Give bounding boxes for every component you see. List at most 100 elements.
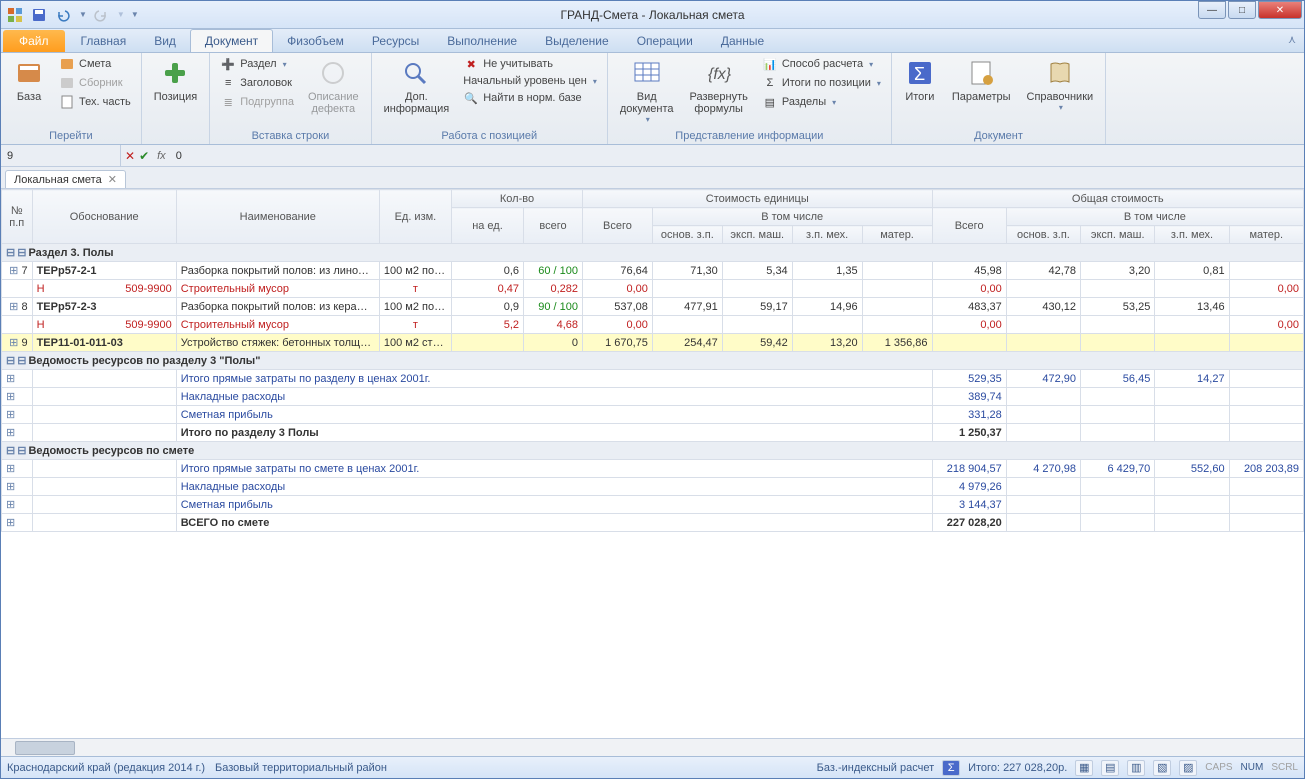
table-row[interactable]: Н509-9900Строительный мусорт5,24,680,000… (2, 316, 1304, 334)
section-row[interactable]: Ведомость ресурсов по разделу 3 "Полы" (2, 352, 1304, 370)
tab-physvol[interactable]: Физобъем (273, 30, 358, 52)
baza-button[interactable]: База (7, 55, 51, 105)
tab-view[interactable]: Вид (140, 30, 190, 52)
accept-formula-icon[interactable]: ✔ (139, 149, 149, 163)
tab-operations[interactable]: Операции (623, 30, 707, 52)
defect-desc-button: Описание дефекта (302, 55, 365, 117)
group-goto: База Смета Сборник Тех. часть Перейти (1, 53, 142, 144)
qat-customize-dd[interactable]: ▼ (131, 10, 139, 19)
section-row[interactable]: Ведомость ресурсов по смете (2, 442, 1304, 460)
fx-label: fx (153, 150, 170, 162)
file-tab[interactable]: Файл (3, 30, 65, 52)
table-row[interactable]: Сметная прибыль331,28 (2, 406, 1304, 424)
document-tabs: Локальная смета ✕ (1, 167, 1304, 189)
qat-grid-icon[interactable] (5, 5, 25, 25)
document-tab[interactable]: Локальная смета ✕ (5, 170, 126, 188)
tab-main[interactable]: Главная (67, 30, 141, 52)
qat-undo-icon[interactable] (53, 5, 73, 25)
qat-redo-icon[interactable] (91, 5, 111, 25)
sigma-small-icon: Σ (762, 75, 778, 91)
qat-redo-dd[interactable]: ▼ (117, 10, 125, 19)
fx-icon: {fx} (703, 57, 735, 89)
position-button[interactable]: Позиция (148, 55, 204, 105)
table-row[interactable]: 9ТЕР11-01-011-03Устройство стяжек: бетон… (2, 334, 1304, 352)
sections-button[interactable]: ▤Разделы▾ (758, 93, 885, 111)
podgruppa-button: ≣Подгруппа (216, 93, 298, 111)
tab-resources[interactable]: Ресурсы (358, 30, 433, 52)
tab-data[interactable]: Данные (707, 30, 778, 52)
sb-btn5[interactable]: ▨ (1179, 760, 1197, 776)
tech-button[interactable]: Тех. часть (55, 93, 135, 111)
sb-calc-method[interactable]: Баз.-индексный расчет (817, 762, 934, 774)
scrollbar-thumb[interactable] (15, 741, 75, 755)
sb-region: Краснодарский край (редакция 2014 г.) (7, 762, 205, 774)
sb-zone: Базовый территориальный район (215, 762, 387, 774)
table-row[interactable]: 7ТЕРр57-2-1Разборка покрытий полов: из л… (2, 262, 1304, 280)
table-row[interactable]: Накладные расходы4 979,26 (2, 478, 1304, 496)
pos-totals-button[interactable]: ΣИтоги по позиции▾ (758, 74, 885, 92)
ribbon-minimize-icon[interactable]: ⋏ (1288, 33, 1296, 46)
group-work-position: Доп. информация ✖Не учитывать Начальный … (372, 53, 608, 144)
group-document: Σ Итоги Параметры Справочники▾ Документ (892, 53, 1106, 144)
sections-icon: ▤ (762, 94, 778, 110)
table-row[interactable]: Накладные расходы389,74 (2, 388, 1304, 406)
search-icon: 🔍 (463, 90, 479, 106)
sb-btn3[interactable]: ▥ (1127, 760, 1145, 776)
sb-sigma-icon[interactable]: Σ (942, 760, 960, 776)
calc-icon: 📊 (762, 56, 778, 72)
sb-btn2[interactable]: ▤ (1101, 760, 1119, 776)
sigma-icon: Σ (904, 57, 936, 89)
window-title: ГРАНД-Смета - Локальная смета (560, 8, 744, 22)
maximize-button[interactable]: □ (1228, 1, 1256, 19)
defect-icon (317, 57, 349, 89)
cross-icon: ✖ (463, 56, 479, 72)
expand-formulas-button[interactable]: {fx} Развернуть формулы (684, 55, 754, 117)
dop-info-button[interactable]: Доп. информация (378, 55, 456, 117)
section-row[interactable]: Раздел 3. Полы (2, 244, 1304, 262)
sb-btn4[interactable]: ▧ (1153, 760, 1171, 776)
formula-input[interactable]: 0 (170, 150, 1304, 162)
group-position: Позиция (142, 53, 211, 144)
horizontal-scrollbar[interactable] (1, 738, 1304, 756)
find-norm-button[interactable]: 🔍Найти в норм. базе (459, 89, 601, 107)
scrl-indicator: SCRL (1271, 762, 1298, 773)
book-icon (1044, 57, 1076, 89)
table-row[interactable]: ВСЕГО по смете227 028,20 (2, 514, 1304, 532)
close-button[interactable]: ✕ (1258, 1, 1302, 19)
totals-button[interactable]: Σ Итоги (898, 55, 942, 105)
table-row[interactable]: Итого прямые затраты по смете в ценах 20… (2, 460, 1304, 478)
tab-selection[interactable]: Выделение (531, 30, 623, 52)
estimate-table: № п.п Обоснование Наименование Ед. изм. … (1, 189, 1304, 532)
not-count-button[interactable]: ✖Не учитывать (459, 55, 601, 73)
table-icon (631, 57, 663, 89)
wrench-icon (965, 57, 997, 89)
references-button[interactable]: Справочники▾ (1021, 55, 1100, 114)
tab-execution[interactable]: Выполнение (433, 30, 531, 52)
close-icon[interactable]: ✕ (108, 173, 117, 186)
initial-level-button[interactable]: Начальный уровень цен▾ (459, 74, 601, 88)
table-row[interactable]: 8ТЕРр57-2-3Разборка покрытий полов: из к… (2, 298, 1304, 316)
parameters-button[interactable]: Параметры (946, 55, 1017, 105)
table-row[interactable]: Итого прямые затраты по разделу в ценах … (2, 370, 1304, 388)
smeta-button[interactable]: Смета (55, 55, 135, 73)
razdel-button[interactable]: ➕Раздел▾ (216, 55, 298, 73)
qat-undo-dd[interactable]: ▼ (79, 10, 87, 19)
sb-btn1[interactable]: ▦ (1075, 760, 1093, 776)
tech-icon (59, 94, 75, 110)
statusbar: Краснодарский край (редакция 2014 г.) Ба… (1, 756, 1304, 778)
table-row[interactable]: Н509-9900Строительный мусорт0,470,2820,0… (2, 280, 1304, 298)
table-row[interactable]: Сметная прибыль3 144,37 (2, 496, 1304, 514)
qat-save-icon[interactable] (29, 5, 49, 25)
doc-view-button[interactable]: Вид документа▾ (614, 55, 680, 126)
cell-reference[interactable]: 9 (1, 145, 121, 166)
table-body: Раздел 3. Полы 7ТЕРр57-2-1Разборка покры… (2, 244, 1304, 532)
zagolovok-button[interactable]: ≡Заголовок (216, 74, 298, 92)
svg-text:Σ: Σ (914, 64, 925, 84)
cancel-formula-icon[interactable]: ✕ (125, 149, 135, 163)
calc-method-button[interactable]: 📊Способ расчета▾ (758, 55, 885, 73)
table-row[interactable]: Итого по разделу 3 Полы1 250,37 (2, 424, 1304, 442)
magnifier-icon (400, 57, 432, 89)
tab-document[interactable]: Документ (190, 29, 273, 52)
minimize-button[interactable]: — (1198, 1, 1226, 19)
grid-area[interactable]: № п.п Обоснование Наименование Ед. изм. … (1, 189, 1304, 738)
